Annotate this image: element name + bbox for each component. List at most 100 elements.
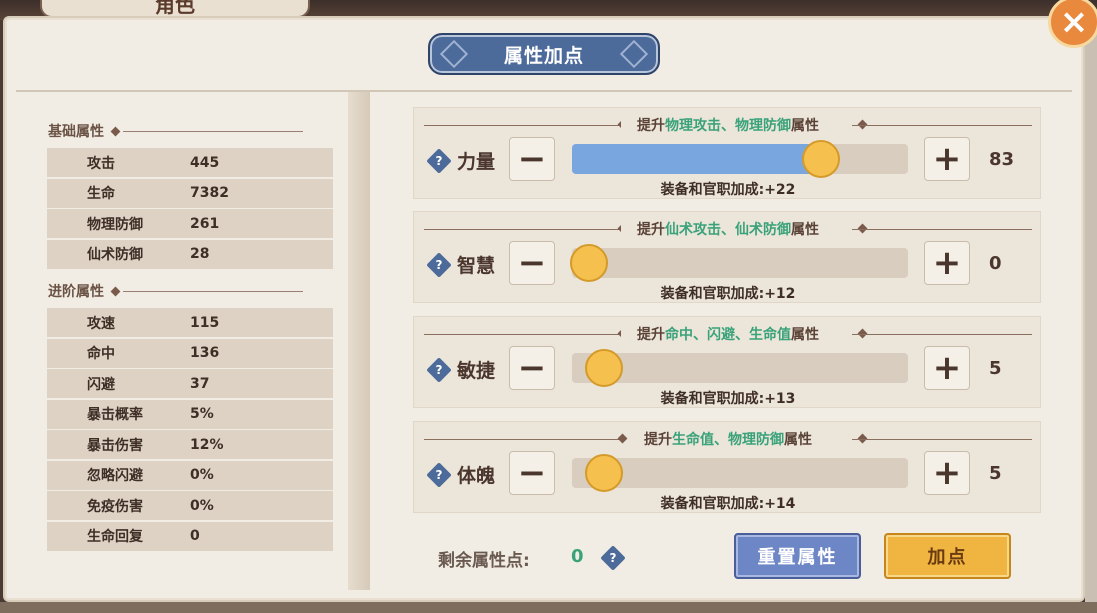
stat-name: 生命 xyxy=(87,186,115,202)
stat-row: 攻击 445 xyxy=(47,148,333,177)
description-suffix: 属性 xyxy=(791,118,819,134)
slider-knob[interactable] xyxy=(584,454,623,492)
description-suffix: 属性 xyxy=(791,327,819,343)
slider-knob[interactable] xyxy=(584,349,623,387)
plus-icon: + xyxy=(932,348,962,388)
attribute-description: 提升 命中、闪避、生命值 属性 xyxy=(414,324,1042,344)
advanced-attributes-heading: 进阶属性 xyxy=(48,281,303,301)
attribute-value: 0 xyxy=(989,253,1002,274)
help-icon-glyph: ? xyxy=(435,258,443,272)
stat-row: 攻速 115 xyxy=(47,308,333,337)
stat-name: 仙术防御 xyxy=(87,247,143,263)
attribute-slider[interactable] xyxy=(572,349,908,387)
attribute-help-icon[interactable]: ? xyxy=(426,252,452,278)
remaining-help-icon[interactable]: ? xyxy=(600,545,626,571)
attribute-description-text: 提升 生命值、物理防御 属性 xyxy=(628,429,828,449)
slider-fill xyxy=(572,144,822,174)
attribute-bonus: 装备和官职加成:+14 xyxy=(660,496,796,512)
stat-row: 生命回复 0 xyxy=(47,521,333,551)
add-points-button[interactable]: 加点 xyxy=(884,533,1011,579)
attribute-description-text: 提升 命中、闪避、生命值 属性 xyxy=(621,324,835,344)
header-line xyxy=(424,334,624,335)
description-highlight: 物理攻击、物理防御 xyxy=(665,118,791,134)
description-prefix: 提升 xyxy=(637,327,665,343)
stat-value: 5% xyxy=(190,406,214,422)
header-divider xyxy=(16,90,1072,92)
attribute-name: 力量 xyxy=(457,151,496,173)
attribute-description: 提升 生命值、物理防御 属性 xyxy=(414,429,1042,449)
stat-row: 暴击概率 5% xyxy=(47,399,333,429)
stat-row: 命中 136 xyxy=(47,338,333,368)
attribute-description-text: 提升 仙术攻击、仙术防御 属性 xyxy=(621,219,835,239)
attribute-help-icon[interactable]: ? xyxy=(426,148,452,174)
attribute-help-icon[interactable]: ? xyxy=(426,462,452,488)
attribute-slider[interactable] xyxy=(570,244,908,282)
attribute-card: 提升 仙术攻击、仙术防御 属性? 智慧 − +0 装备和官职加成:+12 xyxy=(413,211,1041,303)
close-icon: × xyxy=(1059,2,1089,42)
description-prefix: 提升 xyxy=(637,222,665,238)
header-line xyxy=(852,125,1032,126)
advanced-attributes-title: 进阶属性 xyxy=(48,284,104,300)
stat-value: 0% xyxy=(190,497,214,514)
remaining-points-value: 0 xyxy=(571,546,584,567)
diamond-icon xyxy=(110,286,121,296)
stat-row: 生命 7382 xyxy=(47,178,333,208)
stat-name: 生命回复 xyxy=(87,529,143,545)
decrease-button[interactable]: − xyxy=(509,241,555,285)
slider-knob[interactable] xyxy=(570,244,608,282)
stat-value: 445 xyxy=(190,154,220,171)
description-prefix: 提升 xyxy=(637,118,665,134)
close-button[interactable]: × xyxy=(1048,0,1097,48)
decrease-button[interactable]: − xyxy=(509,346,555,390)
add-button-label: 加点 xyxy=(927,547,968,568)
description-suffix: 属性 xyxy=(791,222,819,238)
help-icon-glyph: ? xyxy=(609,551,617,565)
heading-line xyxy=(123,290,303,292)
increase-button[interactable]: + xyxy=(924,241,970,285)
stat-row: 免疫伤害 0% xyxy=(47,491,333,520)
stat-value: 12% xyxy=(190,436,224,453)
reset-attributes-button[interactable]: 重置属性 xyxy=(734,533,861,579)
attribute-bonus: 装备和官职加成:+12 xyxy=(660,286,796,302)
stat-name: 攻击 xyxy=(87,155,115,172)
attribute-slider[interactable] xyxy=(572,454,908,492)
stat-value: 28 xyxy=(190,246,210,262)
diamond-icon xyxy=(617,433,628,444)
help-icon-glyph: ? xyxy=(435,363,443,377)
stat-value: 136 xyxy=(190,345,220,361)
attribute-card: 提升 生命值、物理防御 属性? 体魄 − +5 装备和官职加成:+14 xyxy=(413,421,1041,513)
remaining-points-label: 剩余属性点: xyxy=(438,551,530,571)
increase-button[interactable]: + xyxy=(924,451,970,495)
attribute-description-text: 提升 物理攻击、物理防御 属性 xyxy=(621,115,835,135)
description-highlight: 仙术攻击、仙术防御 xyxy=(665,222,791,238)
slider-knob[interactable] xyxy=(802,140,841,178)
minus-icon: − xyxy=(517,348,547,388)
increase-button[interactable]: + xyxy=(924,137,970,181)
header-line xyxy=(424,229,624,230)
help-icon-glyph: ? xyxy=(435,468,443,482)
background-tab-label: 角色 xyxy=(155,0,195,17)
header-line xyxy=(852,439,1032,440)
header-line xyxy=(852,229,1032,230)
attribute-bonus: 装备和官职加成:+22 xyxy=(660,182,796,198)
attribute-slider[interactable] xyxy=(572,140,908,178)
stat-name: 命中 xyxy=(87,346,115,362)
stat-value: 37 xyxy=(190,375,210,392)
attribute-name: 体魄 xyxy=(457,465,496,487)
background-right-edge xyxy=(1085,20,1097,613)
attribute-value: 5 xyxy=(989,358,1002,379)
dialog-title: 属性加点 xyxy=(503,44,584,67)
stat-name: 闪避 xyxy=(87,376,115,393)
attribute-card: 提升 命中、闪避、生命值 属性? 敏捷 − +5 装备和官职加成:+13 xyxy=(413,316,1041,408)
decrease-button[interactable]: − xyxy=(509,137,555,181)
stat-row: 暴击伤害 12% xyxy=(47,430,333,459)
attribute-help-icon[interactable]: ? xyxy=(426,357,452,383)
increase-button[interactable]: + xyxy=(924,346,970,390)
stat-value: 7382 xyxy=(190,185,229,201)
stat-name: 暴击伤害 xyxy=(87,437,143,454)
decrease-button[interactable]: − xyxy=(509,451,555,495)
stat-value: 115 xyxy=(190,314,220,331)
description-highlight: 命中、闪避、生命值 xyxy=(665,327,791,343)
plus-icon: + xyxy=(932,139,962,179)
attribute-description: 提升 物理攻击、物理防御 属性 xyxy=(414,115,1042,135)
